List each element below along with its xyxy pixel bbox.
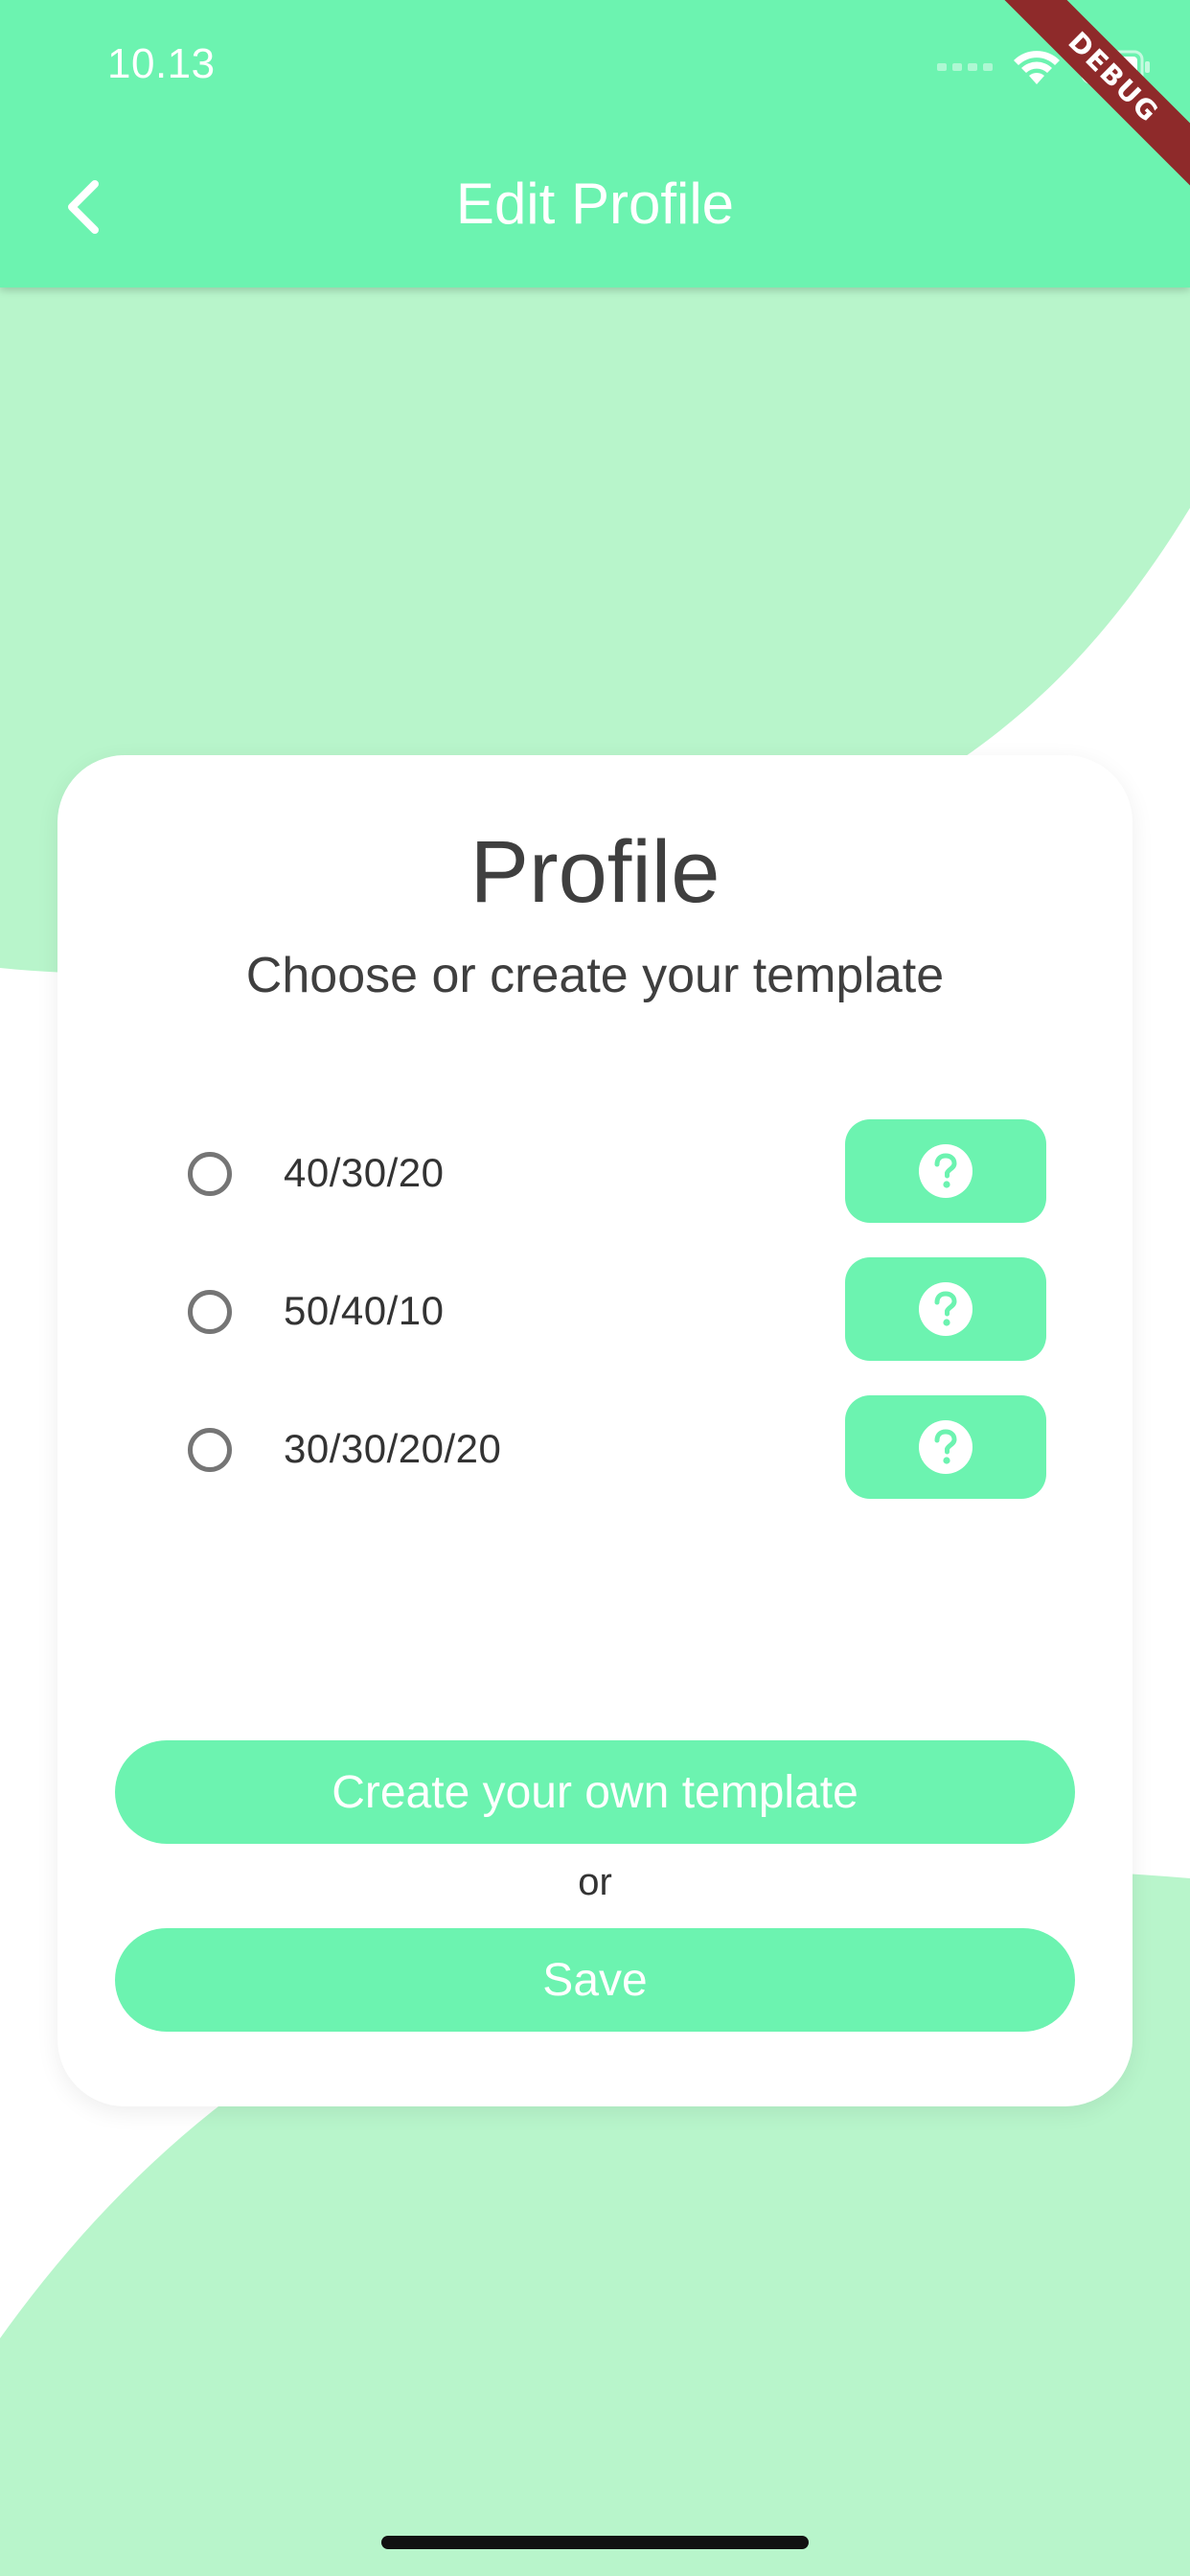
app-bar: 10.13 Edit Profile: [0, 0, 1190, 288]
home-indicator: [381, 2536, 809, 2549]
template-radio[interactable]: [188, 1290, 232, 1334]
question-circle-icon: [919, 1144, 973, 1198]
template-label: 50/40/10: [284, 1288, 445, 1333]
template-option: 40/30/20: [57, 1110, 1133, 1248]
card-title: Profile: [469, 823, 721, 921]
page-title: Edit Profile: [455, 172, 735, 236]
template-help-button[interactable]: [845, 1395, 1046, 1499]
create-template-button[interactable]: Create your own template: [115, 1740, 1075, 1844]
template-label: 40/30/20: [284, 1150, 445, 1195]
template-help-button[interactable]: [845, 1119, 1046, 1223]
or-separator: or: [578, 1861, 612, 1903]
template-option: 30/30/20/20: [57, 1386, 1133, 1524]
status-time: 10.13: [107, 40, 216, 87]
template-label: 30/30/20/20: [284, 1426, 502, 1471]
card-subtitle: Choose or create your template: [245, 948, 945, 1003]
question-circle-icon: [919, 1420, 973, 1474]
template-help-button[interactable]: [845, 1257, 1046, 1361]
wifi-icon: [1014, 51, 1060, 84]
template-options: 40/30/20 50/40/10 30/30/20/20: [57, 1110, 1133, 1524]
template-radio[interactable]: [188, 1152, 232, 1196]
template-option: 50/40/10: [57, 1248, 1133, 1386]
template-radio[interactable]: [188, 1428, 232, 1472]
save-button[interactable]: Save: [115, 1928, 1075, 2032]
question-circle-icon: [919, 1282, 973, 1336]
cellular-signal-icon: [937, 63, 993, 71]
profile-card: Profile Choose or create your template 4…: [57, 755, 1133, 2106]
